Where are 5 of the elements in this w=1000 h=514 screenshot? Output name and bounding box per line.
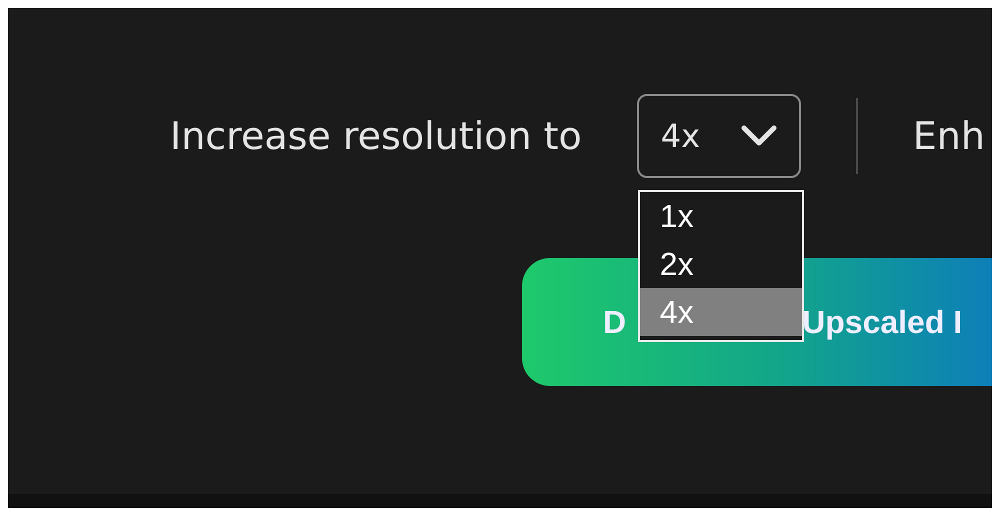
resolution-option[interactable]: 4x: [640, 288, 802, 336]
enhance-label: Enh: [912, 114, 985, 158]
chevron-down-icon: [740, 125, 777, 147]
resolution-option[interactable]: 1x: [640, 192, 802, 240]
resolution-label: Increase resolution to: [170, 114, 582, 158]
